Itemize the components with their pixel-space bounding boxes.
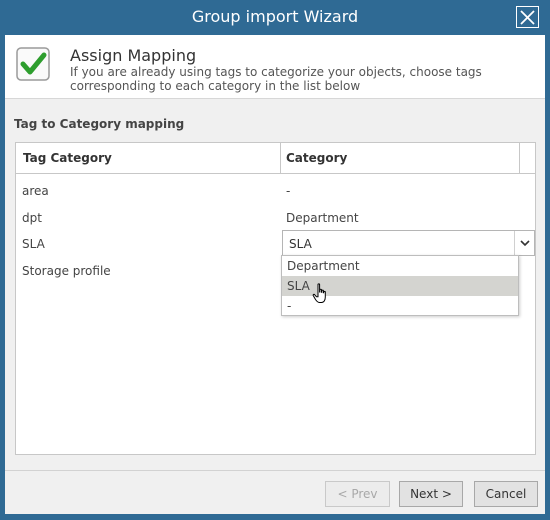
column-separator[interactable] <box>519 143 520 173</box>
column-header-category[interactable]: Category <box>286 143 347 173</box>
cancel-button[interactable]: Cancel <box>474 481 538 507</box>
tag-category-cell: dpt <box>22 211 42 225</box>
window-title: Group import Wizard <box>191 7 359 26</box>
checkbox-checked-icon <box>16 47 50 81</box>
tag-category-cell: Storage profile <box>22 264 111 278</box>
column-separator[interactable] <box>280 143 281 173</box>
column-header-tag-category[interactable]: Tag Category <box>23 143 112 173</box>
dropdown-option-department[interactable]: Department <box>282 256 518 276</box>
section-label: Tag to Category mapping <box>14 117 185 131</box>
chevron-down-icon <box>520 240 530 247</box>
tag-category-cell: area <box>22 184 49 198</box>
title-bar: Group import Wizard <box>0 0 550 35</box>
category-combobox[interactable]: SLA <box>282 230 535 256</box>
step-title: Assign Mapping <box>70 46 197 65</box>
table-row[interactable]: dpt Department <box>16 204 535 231</box>
prev-button[interactable]: < Prev <box>325 481 390 507</box>
table-row[interactable]: SLA SLA <box>16 230 535 257</box>
category-cell[interactable]: Department <box>286 211 359 225</box>
close-button[interactable] <box>516 6 539 28</box>
grid-header: Tag Category Category <box>16 143 535 174</box>
tag-category-cell: SLA <box>22 237 45 251</box>
category-cell[interactable]: - <box>286 184 290 198</box>
table-row[interactable]: area - <box>16 177 535 204</box>
step-description: If you are already using tags to categor… <box>70 65 482 93</box>
combobox-toggle[interactable] <box>514 231 534 255</box>
wizard-window: Group import Wizard Assign Mapping If yo… <box>0 0 550 520</box>
wizard-content: Assign Mapping If you are already using … <box>5 35 545 514</box>
footer-divider <box>5 470 545 471</box>
step-header: Assign Mapping If you are already using … <box>5 35 545 99</box>
combobox-value: SLA <box>289 237 312 251</box>
close-icon <box>520 10 535 25</box>
hand-cursor-icon <box>312 283 326 303</box>
next-button[interactable]: Next > <box>399 481 463 507</box>
